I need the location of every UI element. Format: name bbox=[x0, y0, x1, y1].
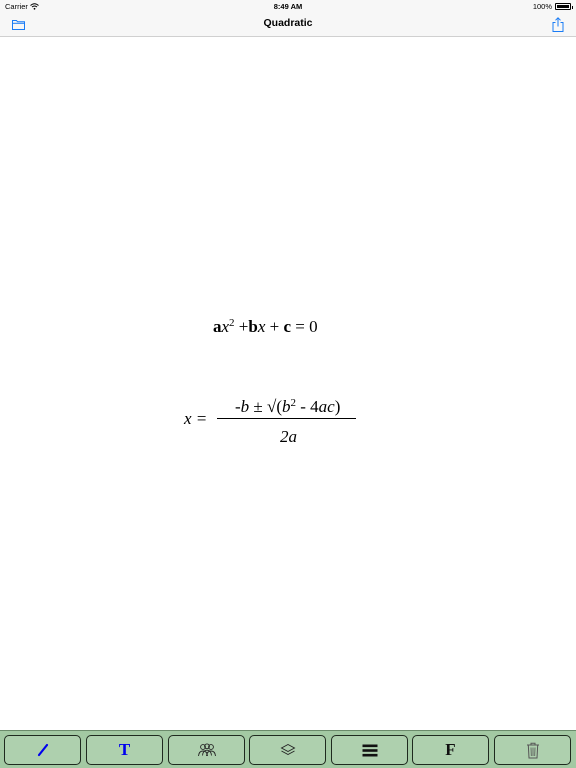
trash-button[interactable] bbox=[494, 735, 571, 765]
group-button[interactable] bbox=[168, 735, 245, 765]
minus-four: - 4 bbox=[296, 397, 319, 416]
quadratic-equation: ax2 +bx + c = 0 bbox=[213, 317, 318, 337]
formula-lhs: x = bbox=[184, 409, 207, 429]
equals-zero: = 0 bbox=[291, 317, 318, 336]
nav-bar: Quadratic bbox=[0, 12, 576, 37]
denominator-text: 2a bbox=[280, 427, 297, 446]
status-time: 8:49 AM bbox=[273, 2, 303, 11]
share-button[interactable] bbox=[549, 16, 567, 32]
formula-denominator: 2a bbox=[280, 427, 297, 447]
share-icon bbox=[552, 16, 564, 32]
battery-info: 100% bbox=[532, 2, 573, 11]
menu-icon bbox=[362, 744, 377, 756]
fraction-bar bbox=[217, 418, 356, 419]
formula-numerator: -b ± √(b2 - 4ac) bbox=[235, 397, 340, 417]
variable-x: x bbox=[221, 317, 230, 336]
line-tool-icon bbox=[37, 743, 48, 757]
menu-button[interactable] bbox=[331, 735, 408, 765]
status-bar: Carrier 8:49 AM 100% bbox=[0, 0, 576, 12]
variable-b: b bbox=[282, 397, 291, 416]
layers-button[interactable] bbox=[249, 735, 326, 765]
line-tool-button[interactable] bbox=[4, 735, 81, 765]
layers-icon bbox=[280, 743, 295, 756]
lhs-text: x = bbox=[184, 409, 208, 428]
plus-sign: + bbox=[234, 317, 249, 336]
battery-percent: 100% bbox=[532, 2, 552, 11]
trash-icon bbox=[526, 742, 539, 758]
page-title: Quadratic bbox=[263, 17, 313, 29]
plus-minus-root: ± √( bbox=[249, 397, 282, 416]
font-button[interactable]: F bbox=[412, 735, 489, 765]
exponent: 2 bbox=[229, 317, 235, 329]
coefficient-a: a bbox=[213, 317, 222, 336]
text-tool-icon: T bbox=[118, 740, 131, 759]
coefficient-c: c bbox=[283, 317, 292, 336]
plus-sign: + bbox=[265, 317, 284, 336]
font-icon: F bbox=[445, 740, 456, 759]
battery-icon bbox=[555, 3, 573, 10]
toolbar: T F bbox=[0, 730, 576, 768]
drawing-canvas[interactable]: ax2 +bx + c = 0 x = -b ± √(b2 - 4ac) 2a bbox=[0, 37, 576, 730]
coefficient-b: b bbox=[248, 317, 258, 336]
variable-ac: ac bbox=[318, 397, 335, 416]
group-icon bbox=[197, 743, 216, 757]
exponent: 2 bbox=[290, 397, 297, 409]
text-tool-button[interactable]: T bbox=[86, 735, 163, 765]
variable-b: b bbox=[240, 397, 250, 416]
close-paren: ) bbox=[334, 397, 341, 416]
